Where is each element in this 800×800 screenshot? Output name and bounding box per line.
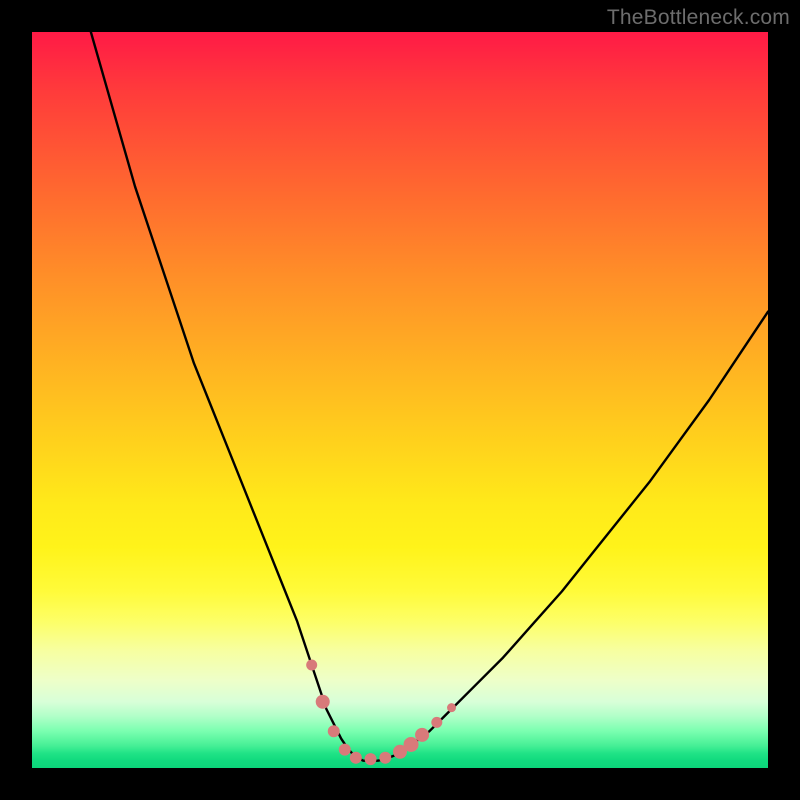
plot-area bbox=[32, 32, 768, 768]
curve-marker bbox=[328, 725, 340, 737]
curve-marker bbox=[404, 737, 419, 752]
curve-marker bbox=[415, 728, 429, 742]
curve-marker bbox=[447, 703, 456, 712]
curve-marker bbox=[379, 752, 391, 764]
curve-marker bbox=[339, 744, 351, 756]
chart-frame: TheBottleneck.com bbox=[0, 0, 800, 800]
watermark-text: TheBottleneck.com bbox=[607, 6, 790, 30]
bottleneck-curve-path bbox=[91, 32, 768, 761]
curve-marker bbox=[365, 753, 377, 765]
bottleneck-curve-svg bbox=[32, 32, 768, 768]
curve-marker bbox=[350, 752, 362, 764]
curve-marker bbox=[316, 695, 330, 709]
curve-marker bbox=[431, 717, 442, 728]
curve-marker bbox=[306, 659, 317, 670]
